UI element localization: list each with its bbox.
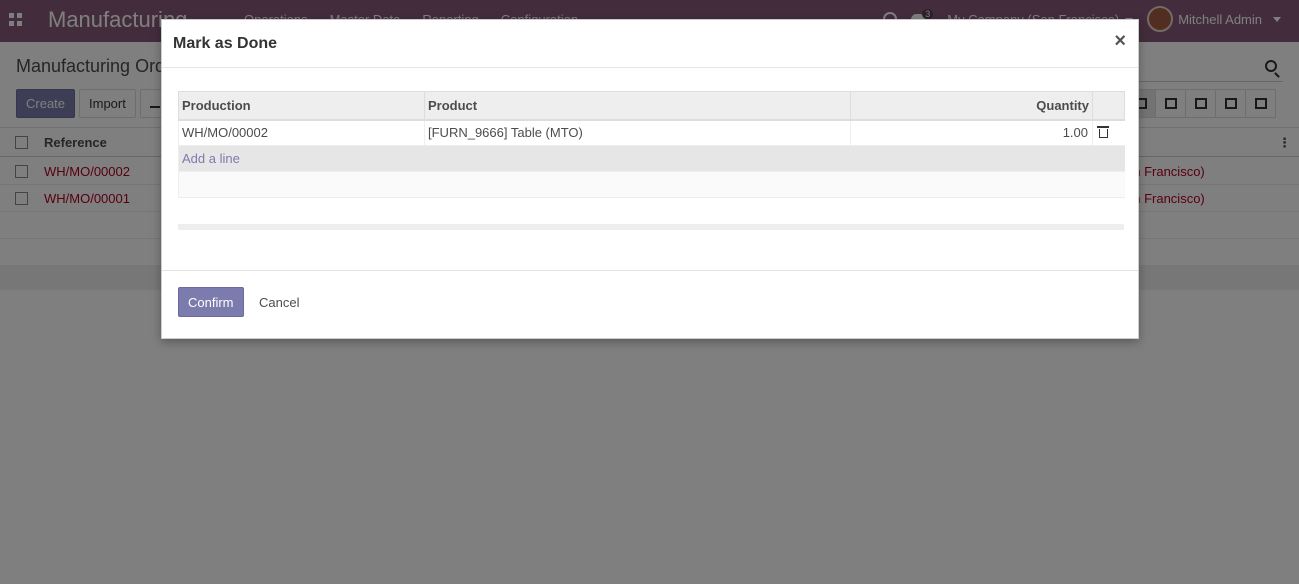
cell-product[interactable]: [FURN_9666] Table (MTO)	[424, 119, 851, 146]
cell-quantity[interactable]: 1.00	[850, 119, 1093, 146]
add-line-row: Add a line	[178, 145, 1125, 172]
modal-title: Mark as Done	[173, 35, 278, 52]
close-icon[interactable]: ×	[1114, 30, 1126, 53]
column-header-actions	[1092, 91, 1125, 121]
mark-as-done-dialog: Mark as Done × Production Product Quanti…	[161, 19, 1139, 339]
add-line-cell: Add a line	[178, 145, 1125, 172]
add-line-link[interactable]: Add a line	[182, 151, 240, 166]
cell-delete	[1092, 119, 1125, 146]
production-lines-table: Production Product Quantity WH/MO/00002 …	[178, 91, 1125, 198]
empty-row	[178, 171, 1125, 198]
modal-body: Production Product Quantity WH/MO/00002 …	[162, 68, 1138, 270]
table-footer	[178, 224, 1124, 230]
trash-icon[interactable]	[1097, 126, 1109, 139]
column-header-quantity[interactable]: Quantity	[850, 91, 1093, 121]
confirm-button[interactable]: Confirm	[178, 287, 244, 317]
cell-production[interactable]: WH/MO/00002	[178, 119, 425, 146]
table-header-row: Production Product Quantity	[178, 91, 1125, 121]
cancel-button[interactable]: Cancel	[250, 287, 308, 317]
table-row[interactable]: WH/MO/00002 [FURN_9666] Table (MTO) 1.00	[178, 119, 1125, 146]
column-header-production[interactable]: Production	[178, 91, 425, 121]
modal-footer: Confirm Cancel	[162, 270, 1138, 340]
modal-header: Mark as Done ×	[162, 20, 1138, 68]
column-header-product[interactable]: Product	[424, 91, 851, 121]
